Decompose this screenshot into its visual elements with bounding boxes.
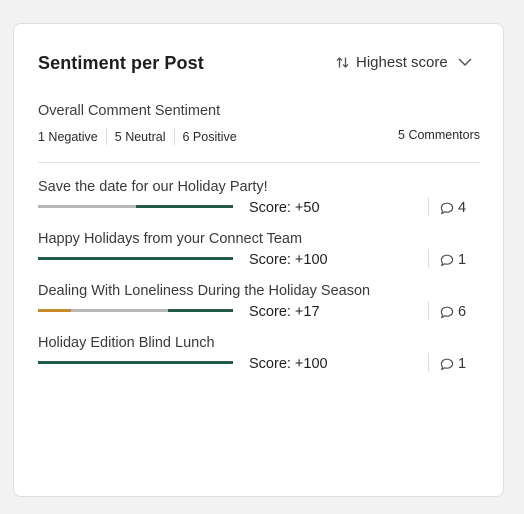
column-separator (428, 249, 429, 268)
comment-count[interactable]: 1 (440, 356, 466, 372)
post-title[interactable]: Dealing With Loneliness During the Holid… (38, 283, 370, 299)
neutral-segment (70, 309, 168, 312)
positive-segment (38, 257, 233, 260)
negative-segment (38, 309, 71, 312)
section-divider (38, 162, 480, 163)
comment-count-value: 4 (458, 200, 467, 216)
sentiment-bar (38, 309, 233, 312)
commentors-count: 5 Commentors (398, 128, 480, 142)
post-score: Score: +50 (249, 200, 320, 216)
neutral-count: 5 Neutral (114, 129, 166, 144)
sort-dropdown[interactable]: Highest score (336, 54, 472, 71)
post-title[interactable]: Happy Holidays from your Connect Team (38, 231, 302, 247)
comment-bubble-icon (440, 358, 454, 371)
column-separator (428, 301, 429, 320)
column-separator (428, 353, 429, 372)
sentiment-counts: 1 Negative 5 Neutral 6 Positive (38, 128, 237, 145)
sentiment-card: Sentiment per Post Highest score Overall… (13, 23, 504, 497)
comment-bubble-icon (440, 202, 454, 215)
neutral-segment (38, 205, 136, 208)
comment-count-value: 1 (458, 252, 467, 268)
comment-count[interactable]: 1 (440, 252, 466, 268)
post-row[interactable]: Dealing With Loneliness During the Holid… (38, 283, 482, 333)
count-separator (173, 128, 175, 145)
positive-segment (135, 205, 233, 208)
post-row[interactable]: Happy Holidays from your Connect Team Sc… (38, 231, 482, 281)
sentiment-bar (38, 257, 233, 260)
post-row[interactable]: Save the date for our Holiday Party! Sco… (38, 179, 482, 229)
count-separator (105, 128, 107, 145)
positive-segment (168, 309, 233, 312)
post-score: Score: +100 (249, 356, 328, 372)
column-separator (428, 197, 429, 216)
post-row[interactable]: Holiday Edition Blind Lunch Score: +100 … (38, 335, 482, 385)
post-score: Score: +100 (249, 252, 328, 268)
widget-title: Sentiment per Post (38, 53, 204, 73)
sort-label: Highest score (356, 54, 448, 71)
sentiment-bar (38, 205, 233, 208)
negative-count: 1 Negative (38, 129, 98, 144)
sentiment-bar (38, 361, 233, 364)
comment-count[interactable]: 6 (440, 304, 466, 320)
comment-count-value: 1 (458, 356, 467, 372)
comment-count[interactable]: 4 (440, 200, 466, 216)
overall-sentiment-heading: Overall Comment Sentiment (38, 103, 221, 119)
post-title[interactable]: Save the date for our Holiday Party! (38, 179, 268, 195)
positive-count: 6 Positive (182, 129, 237, 144)
positive-segment (38, 361, 233, 364)
comment-bubble-icon (440, 254, 454, 267)
sort-arrows-icon (336, 56, 349, 69)
post-score: Score: +17 (249, 304, 320, 320)
chevron-down-icon (458, 58, 472, 67)
comment-bubble-icon (440, 306, 454, 319)
post-title[interactable]: Holiday Edition Blind Lunch (38, 335, 215, 351)
comment-count-value: 6 (458, 304, 467, 320)
